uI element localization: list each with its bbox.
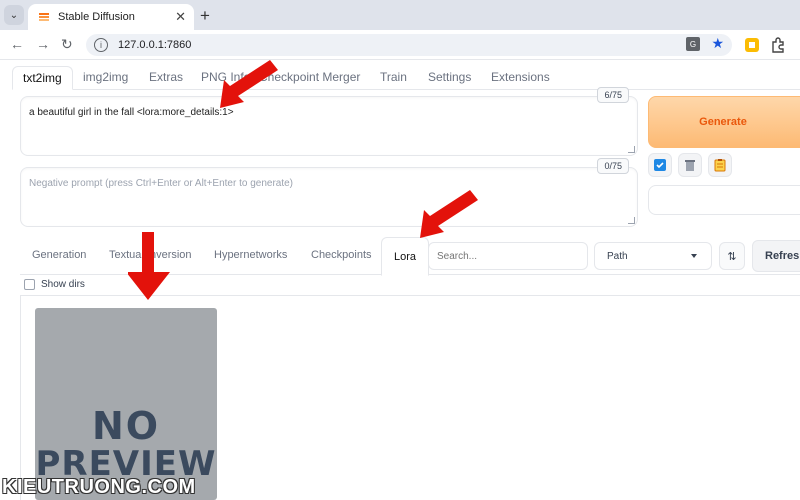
- prompt-token-counter: 6/75: [597, 87, 629, 103]
- tab-generation[interactable]: Generation: [32, 249, 86, 261]
- new-tab-plus-icon[interactable]: +: [200, 6, 210, 26]
- reload-icon[interactable]: ↻: [61, 36, 73, 53]
- translate-icon[interactable]: G: [686, 37, 700, 51]
- show-dirs-label: Show dirs: [41, 279, 85, 290]
- tab-train[interactable]: Train: [380, 66, 407, 90]
- negative-prompt-placeholder: Negative prompt (press Ctrl+Enter or Alt…: [29, 178, 294, 189]
- browser-toolbar: ← → ↻ i 127.0.0.1:7860 G ★ ⋮: [0, 30, 800, 60]
- resize-handle-icon[interactable]: [628, 146, 635, 153]
- extensions-puzzle-icon[interactable]: [770, 37, 786, 53]
- caret-down-icon: [691, 254, 697, 258]
- sort-arrows-icon: ⇅: [727, 250, 737, 263]
- trash-icon: [685, 160, 695, 171]
- styles-dropdown[interactable]: [648, 185, 800, 215]
- prompt-textarea[interactable]: a beautiful girl in the fall <lora:more_…: [20, 87, 638, 156]
- url-text: 127.0.0.1:7860: [118, 39, 192, 51]
- tab-settings[interactable]: Settings: [428, 66, 471, 90]
- refresh-button[interactable]: Refresh: [752, 240, 800, 272]
- tab-extras[interactable]: Extras: [149, 66, 183, 90]
- styles-edit-button[interactable]: [708, 153, 732, 177]
- negative-token-counter: 0/75: [597, 158, 629, 174]
- tab-search-dropdown[interactable]: ⌄: [4, 5, 24, 25]
- tab-extensions[interactable]: Extensions: [491, 66, 550, 90]
- app-tab-bar: txt2img img2img Extras PNG Info Checkpoi…: [12, 66, 800, 90]
- clear-prompt-button[interactable]: [678, 153, 702, 177]
- tab-hypernetworks[interactable]: Hypernetworks: [214, 249, 287, 261]
- forward-arrow-icon[interactable]: →: [36, 36, 50, 52]
- browser-tabstrip: ⌄ Stable Diffusion ✕ +: [0, 0, 800, 30]
- tab-txt2img[interactable]: txt2img: [12, 66, 73, 90]
- resize-handle-icon[interactable]: [628, 217, 635, 224]
- checkbox-arrow-icon: [654, 159, 666, 171]
- tab-img2img[interactable]: img2img: [83, 66, 128, 90]
- prompt-text: a beautiful girl in the fall <lora:more_…: [29, 107, 234, 118]
- site-info-icon[interactable]: i: [94, 38, 108, 52]
- red-arrow-to-prompt-icon: [220, 60, 278, 108]
- chevron-down-icon: ⌄: [9, 9, 19, 21]
- menu-kebab-icon[interactable]: ⋮: [794, 36, 800, 53]
- sort-order-button[interactable]: ⇅: [719, 242, 745, 270]
- watermark: KIEUTRUONG.COM: [2, 476, 196, 498]
- search-input[interactable]: [428, 242, 588, 270]
- stable-diffusion-favicon-icon: [39, 13, 49, 21]
- sort-path-value: Path: [607, 250, 628, 262]
- show-dirs-checkbox[interactable]: [24, 279, 35, 290]
- close-icon[interactable]: ✕: [175, 9, 186, 25]
- read-params-button[interactable]: [648, 153, 672, 177]
- red-arrow-to-lora-tab-icon: [420, 190, 478, 238]
- negative-prompt-textarea[interactable]: Negative prompt (press Ctrl+Enter or Alt…: [20, 158, 638, 227]
- tab-checkpoints[interactable]: Checkpoints: [311, 249, 372, 261]
- show-dirs-toggle[interactable]: Show dirs: [24, 279, 85, 290]
- sort-path-select[interactable]: Path: [594, 242, 712, 270]
- tab-lora[interactable]: Lora: [381, 237, 430, 276]
- address-bar[interactable]: i 127.0.0.1:7860 G ★: [86, 34, 732, 56]
- back-arrow-icon[interactable]: ←: [10, 36, 24, 52]
- lora-card[interactable]: NO PREVIEW: [35, 308, 217, 500]
- browser-tab[interactable]: Stable Diffusion ✕: [28, 4, 194, 30]
- browser-tab-title: Stable Diffusion: [58, 11, 135, 23]
- generate-button[interactable]: Generate: [648, 96, 800, 148]
- bookmark-star-icon[interactable]: ★: [711, 35, 724, 52]
- red-arrow-to-card-icon: [128, 232, 170, 300]
- no-preview-line1: NO: [91, 404, 161, 448]
- clipboard-icon: [714, 159, 726, 172]
- extension-badge-icon[interactable]: [744, 37, 760, 53]
